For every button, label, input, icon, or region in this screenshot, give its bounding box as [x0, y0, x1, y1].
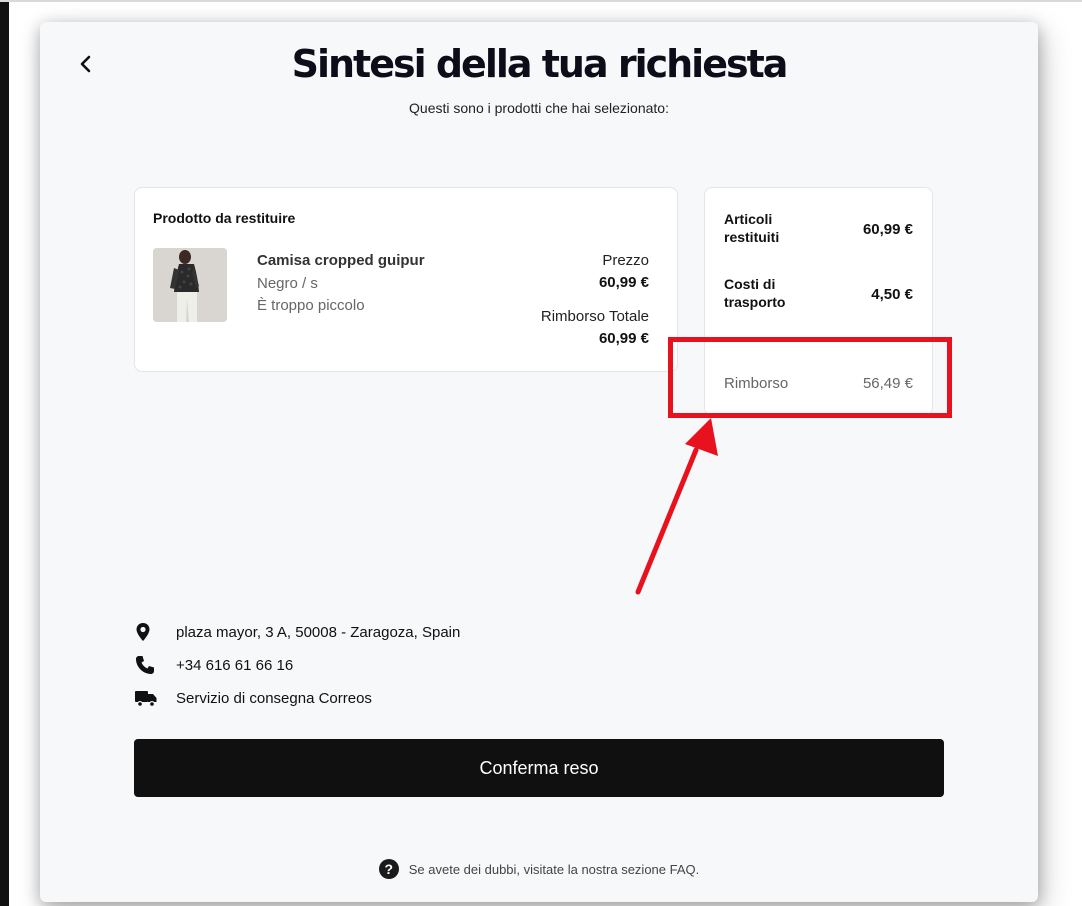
annotation-arrow [635, 418, 718, 595]
